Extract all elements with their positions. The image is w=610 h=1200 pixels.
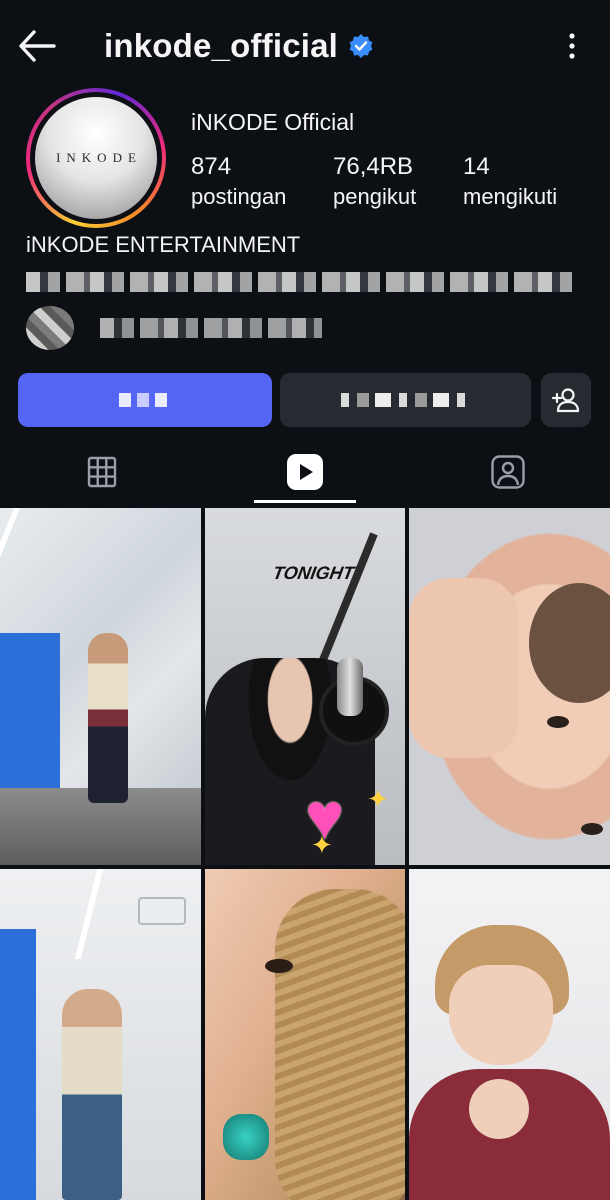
tagged-person-icon [490,455,525,489]
message-button[interactable] [280,373,531,427]
hand [409,578,519,758]
reels-play-icon [286,454,323,490]
profile-username: inkode_official [104,27,339,64]
reel-thumbnail[interactable] [0,869,201,1200]
message-label-censored [340,393,471,407]
follow-button[interactable] [18,373,272,427]
avatar: INKODE [35,97,157,219]
bio-category: iNKODE ENTERTAINMENT [26,232,301,257]
sparkle-icon: ✦ [367,784,389,814]
person-figure [62,989,122,1200]
tab-reels[interactable] [203,440,406,504]
more-options-button[interactable] [562,30,582,62]
suggested-users-button[interactable] [541,373,591,427]
person-face [449,965,553,1065]
story-ring[interactable]: INKODE [26,88,166,228]
stat-value: 14 [463,153,490,180]
stat-label: mengikuti [463,184,558,209]
stat-following[interactable]: 14 mengikuti [463,152,557,212]
person-figure [88,633,128,803]
stat-label: postingan [191,184,287,209]
add-user-icon [551,388,580,413]
stat-value: 76,4RB [333,153,414,180]
reel-thumbnail[interactable] [205,869,405,1200]
bio-link-censored[interactable] [26,272,576,292]
sparkle-icon: ✦ [311,830,333,860]
mutual-follower-avatar-censored [26,306,74,350]
reel-thumbnail[interactable] [409,508,610,865]
reels-grid: TONIGHT ♥ ✦ ✦ [0,508,610,1200]
verified-badge-icon [349,34,373,58]
microphone [337,658,363,716]
earring [223,1114,269,1160]
back-button[interactable] [16,26,60,66]
profile-tabs [0,440,610,506]
arrow-left-icon [19,30,56,62]
stat-followers[interactable]: 76,4RB pengikut [333,152,416,212]
grid-icon [87,456,116,488]
more-vertical-icon [569,33,575,59]
avatar-logo-text: INKODE [56,150,142,165]
username-wrap: inkode_official [104,22,374,70]
active-tab-indicator [254,500,356,503]
mutual-followers-censored[interactable] [100,318,322,338]
reel-thumbnail[interactable] [0,508,201,865]
follow-label-censored [119,393,171,407]
stat-value: 874 [191,153,232,180]
profile-header: inkode_official [0,0,610,92]
stat-label: pengikut [333,184,417,209]
reel-overlay-title: TONIGHT [271,563,356,583]
stat-posts[interactable]: 874 postingan [191,152,286,212]
display-name: iNKODE Official [191,109,355,135]
tab-tagged[interactable] [406,440,609,504]
reel-thumbnail[interactable]: TONIGHT ♥ ✦ ✦ [205,508,405,865]
tab-posts[interactable] [0,440,203,504]
hand [469,1079,529,1139]
reel-thumbnail[interactable] [409,869,610,1200]
